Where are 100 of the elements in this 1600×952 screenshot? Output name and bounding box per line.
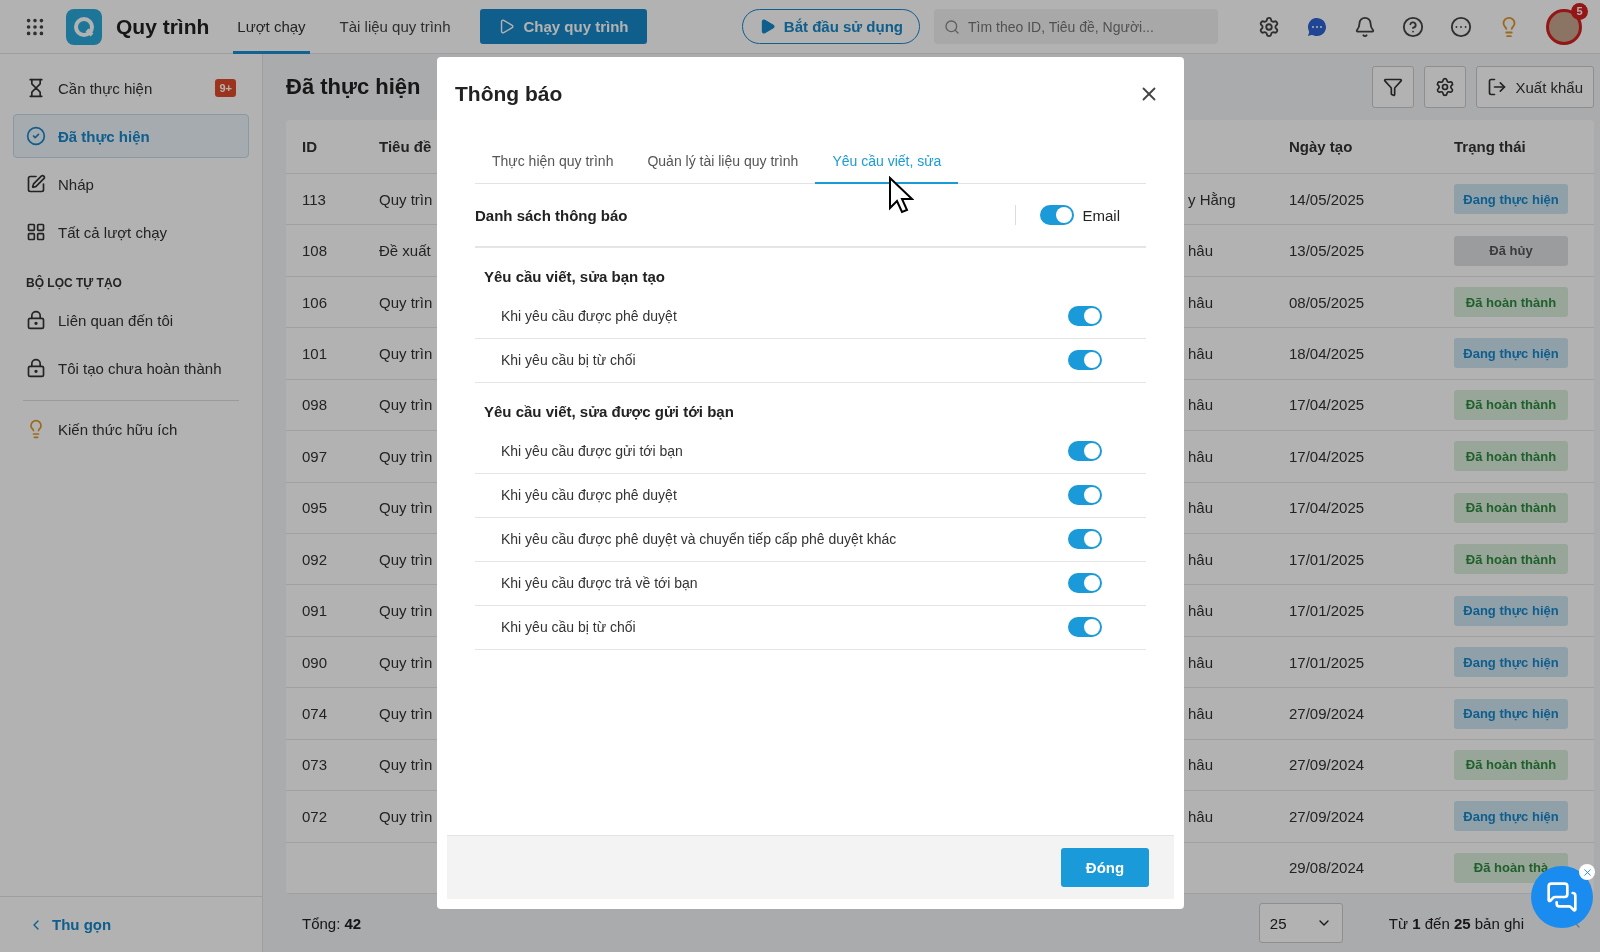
table-cell: 08/05/2025 (1289, 293, 1365, 311)
notification-toggle[interactable] (1068, 306, 1102, 326)
table-cell: Quy trìn (379, 705, 433, 723)
table-cell: 17/04/2025 (1289, 499, 1365, 517)
total-count: Tổng: 42 (302, 914, 363, 932)
section-title: Yêu cầu viết, sửa được gửi tới bạn (483, 402, 735, 422)
table-cell: Quy trìn (379, 756, 433, 774)
table-cell: hâu (1188, 242, 1214, 260)
sidebar-item[interactable]: Kiến thức hữu ích (13, 407, 249, 451)
dialog-title: Thông báo (455, 82, 563, 106)
table-cell: Quy trìn (379, 602, 433, 620)
export-icon (1487, 77, 1508, 97)
table-cell: 17/04/2025 (1289, 396, 1365, 414)
table-cell: 091 (302, 602, 328, 620)
status-tag: Đã hoàn thành (1454, 441, 1568, 472)
table-cell: hâu (1188, 447, 1214, 465)
dialog-tab[interactable]: Thực hiện quy trình (475, 139, 631, 184)
hourglass-icon (26, 78, 46, 98)
dialog-tab[interactable]: Quản lý tài liệu quy trình (630, 139, 816, 184)
table-cell: 14/05/2025 (1289, 190, 1365, 208)
notification-label: Khi yêu cầu được phê duyệt (501, 485, 677, 505)
search-icon (944, 19, 960, 35)
lock-icon (26, 358, 46, 378)
table-cell: hâu (1188, 653, 1214, 671)
export-button[interactable]: Xuất khẩu (1476, 66, 1594, 108)
table-cell: Quy trìn (379, 653, 433, 671)
column-header: Trạng thái (1454, 137, 1526, 155)
table-cell: 074 (302, 705, 328, 723)
table-cell: 113 (302, 190, 326, 208)
search-field[interactable]: Tìm theo ID, Tiêu đề, Người... (934, 9, 1218, 44)
email-toggle[interactable] (1040, 205, 1075, 225)
filter-heading: BỘ LỌC TỰ TẠO (26, 276, 123, 290)
status-tag: Đã hoàn thành (1454, 389, 1568, 420)
table-cell: 17/04/2025 (1289, 447, 1365, 465)
sidebar-item[interactable]: Nháp (13, 162, 249, 206)
edit-icon (26, 174, 46, 194)
status-tag: Đã hủy (1454, 235, 1568, 266)
status-tag: Đang thực hiện (1454, 184, 1568, 215)
table-cell: 17/01/2025 (1289, 550, 1365, 568)
table-cell: 108 (302, 242, 328, 260)
table-cell: 27/09/2024 (1289, 705, 1365, 723)
table-cell: hâu (1188, 499, 1214, 517)
table-cell: Quy trìn (379, 807, 433, 825)
nav-tab[interactable]: Tài liệu quy trình (335, 0, 455, 54)
list-heading: Danh sách thông báo (475, 206, 629, 224)
sidebar-item[interactable]: Liên quan đến tôi (13, 298, 249, 342)
status-tag: Đang thực hiện (1454, 647, 1568, 678)
column-header: ID (302, 137, 317, 155)
table-cell: 101 (302, 344, 328, 362)
table-cell: 106 (302, 293, 328, 311)
notification-label: Khi yêu cầu bị từ chối (501, 617, 636, 637)
table-cell: 27/09/2024 (1289, 756, 1365, 774)
notification-toggle[interactable] (1068, 350, 1102, 370)
notification-toggle[interactable] (1068, 529, 1102, 549)
table-cell: 27/09/2024 (1289, 807, 1365, 825)
table-cell: Đề xuất (379, 242, 431, 260)
table-cell: hâu (1188, 602, 1214, 620)
status-tag: Đã hoàn thành (1454, 749, 1568, 780)
notification-label: Khi yêu cầu được gửi tới bạn (501, 441, 683, 461)
table-cell: Quy trìn (379, 190, 433, 208)
notification-toggle[interactable] (1068, 485, 1102, 505)
table-cell: Quy trìn (379, 550, 433, 568)
notification-toggle[interactable] (1068, 617, 1102, 637)
mouse-cursor-icon (888, 176, 914, 214)
table-cell: 095 (302, 499, 328, 517)
sidebar-item[interactable]: Cần thực hiện 9+ (13, 66, 249, 110)
settings-button[interactable] (1424, 66, 1467, 108)
table-cell: 18/04/2025 (1289, 344, 1365, 362)
table-cell: 13/05/2025 (1289, 242, 1365, 260)
table-cell: Quy trìn (379, 396, 433, 414)
lock-icon (26, 310, 46, 330)
column-header: Tiêu đề (379, 137, 432, 155)
play-icon (498, 18, 516, 35)
sidebar-item[interactable]: Tôi tạo chưa hoàn thành (13, 346, 249, 390)
status-tag: Đã hoàn thành (1454, 544, 1568, 575)
status-tag: Đã hoàn thành (1454, 287, 1568, 318)
filter-button[interactable] (1372, 66, 1415, 108)
email-label: Email (1082, 206, 1120, 224)
table-cell: 29/08/2024 (1289, 859, 1365, 877)
status-tag: Đang thực hiện (1454, 595, 1568, 626)
record-range: Từ 1 đến 25 bản ghi (1388, 914, 1524, 932)
settings-icon (1435, 77, 1456, 97)
notification-toggle[interactable] (1068, 573, 1102, 593)
notification-label: Khi yêu cầu bị từ chối (501, 350, 636, 370)
table-cell: hâu (1188, 756, 1214, 774)
table-cell: 17/01/2025 (1289, 653, 1365, 671)
table-cell: 097 (302, 447, 328, 465)
table-cell: hâu (1188, 705, 1214, 723)
notification-badge: 5 (1571, 2, 1588, 20)
notification-label: Khi yêu cầu được trả về tới bạn (501, 573, 698, 593)
status-tag: Đang thực hiện (1454, 338, 1568, 369)
status-tag: Đã hoàn thành (1454, 492, 1568, 523)
notification-toggle[interactable] (1068, 441, 1102, 461)
user-avatar[interactable] (1546, 8, 1582, 45)
table-cell: 072 (302, 807, 328, 825)
notification-label: Khi yêu cầu được phê duyệt và chuyển tiếp cấp phê duyệt khác (501, 529, 897, 549)
page-size-select[interactable]: 25 (1258, 903, 1343, 943)
table-cell: hâu (1188, 293, 1214, 311)
sidebar-item[interactable]: Tất cả lượt chạy (13, 210, 249, 254)
table-cell: hâu (1188, 344, 1214, 362)
